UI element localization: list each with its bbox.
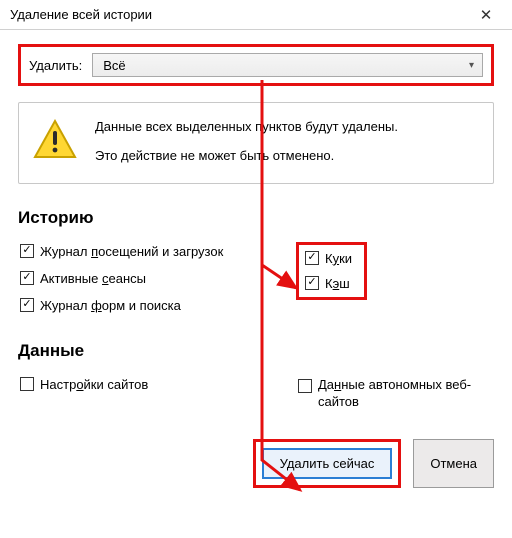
warning-line1: Данные всех выделенных пунктов будут уда… — [95, 119, 398, 136]
section-history-heading: Историю — [18, 208, 494, 228]
checkbox-label: Куки — [325, 251, 352, 266]
highlight-delete-button: Удалить сейчас — [253, 439, 402, 488]
timerange-select[interactable]: Всё ▾ — [92, 53, 483, 77]
data-checkboxes: Настройки сайтов Данные автономных веб-с… — [18, 375, 494, 413]
close-icon: ✕ — [480, 6, 493, 24]
checkbox-label: Активные сеансы — [40, 271, 146, 286]
checkbox-cache[interactable]: Кэш — [303, 274, 354, 293]
warning-text: Данные всех выделенных пунктов будут уда… — [95, 119, 398, 165]
checkbox-cookies[interactable]: Куки — [303, 249, 354, 268]
window-title: Удаление всей истории — [10, 7, 152, 22]
dialog-content: Удалить: Всё ▾ Данные всех выделенных пу… — [0, 30, 512, 506]
timerange-label: Удалить: — [29, 58, 82, 73]
timerange-value: Всё — [103, 58, 125, 73]
delete-now-button[interactable]: Удалить сейчас — [262, 448, 393, 479]
history-checkboxes: Журнал посещений и загрузок Активные сеа… — [18, 242, 494, 315]
warning-icon — [33, 119, 77, 159]
section-data-heading: Данные — [18, 341, 494, 361]
checkbox-label: Кэш — [325, 276, 350, 291]
checkbox-label: Журнал форм и поиска — [40, 298, 181, 313]
checkbox-box — [298, 379, 312, 393]
warning-line2: Это действие не может быть отменено. — [95, 148, 398, 165]
checkbox-box — [20, 377, 34, 391]
checkbox-visits[interactable]: Журнал посещений и загрузок — [18, 242, 296, 261]
checkbox-sessions[interactable]: Активные сеансы — [18, 269, 296, 288]
checkbox-forms[interactable]: Журнал форм и поиска — [18, 296, 296, 315]
checkbox-label: Данные автономных веб-сайтов — [318, 377, 488, 411]
checkbox-box — [20, 271, 34, 285]
checkbox-label: Настройки сайтов — [40, 377, 148, 392]
checkbox-box — [305, 251, 319, 265]
chevron-down-icon: ▾ — [469, 60, 474, 71]
close-button[interactable]: ✕ — [466, 1, 506, 29]
checkbox-site-settings[interactable]: Настройки сайтов — [18, 375, 296, 394]
button-row: Удалить сейчас Отмена — [18, 439, 494, 488]
checkbox-offline-data[interactable]: Данные автономных веб-сайтов — [296, 375, 490, 413]
checkbox-box — [20, 298, 34, 312]
titlebar: Удаление всей истории ✕ — [0, 0, 512, 30]
checkbox-box — [20, 244, 34, 258]
checkbox-label: Журнал посещений и загрузок — [40, 244, 223, 259]
checkbox-box — [305, 276, 319, 290]
warning-box: Данные всех выделенных пунктов будут уда… — [18, 102, 494, 184]
highlight-cookies-cache: Куки Кэш — [296, 242, 367, 300]
timerange-row: Удалить: Всё ▾ — [18, 44, 494, 86]
cancel-button[interactable]: Отмена — [413, 439, 494, 488]
